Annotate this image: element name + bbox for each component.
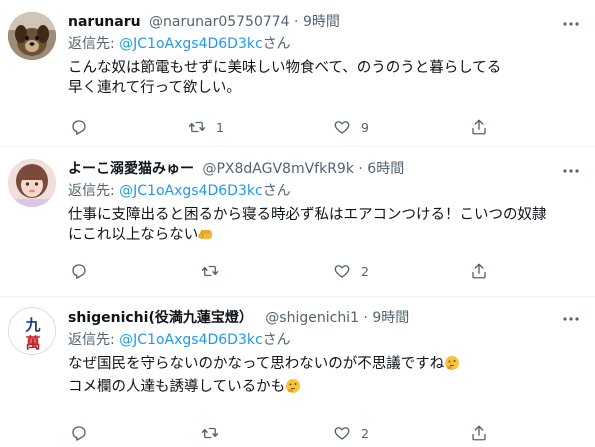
- thinking-emoji-icon: [285, 378, 301, 400]
- tweet-text-line: 早く連れて行って欲しい。: [68, 80, 241, 96]
- avatar[interactable]: 九 萬: [8, 307, 56, 355]
- display-name[interactable]: narunaru: [68, 14, 141, 30]
- like-count: 9: [361, 119, 369, 135]
- user-handle[interactable]: @PX8dAGV8mVfkR9k: [202, 161, 353, 177]
- share-button[interactable]: [470, 259, 488, 283]
- like-button[interactable]: 9: [333, 115, 369, 139]
- reply-prefix: 返信先:: [68, 332, 115, 348]
- heart-icon: [334, 121, 350, 134]
- tweet-text: なぜ国民を守らないのかなって思わないのが不思議ですね コメ欄の人達も誘導している…: [68, 354, 587, 400]
- person-photo-avatar-icon: [8, 159, 56, 207]
- retweet-button[interactable]: [201, 421, 229, 445]
- separator-dot: ·: [358, 161, 363, 177]
- reply-prefix: 返信先:: [68, 36, 115, 52]
- mention-link[interactable]: @JC1oAxgs4D6D3kc: [119, 36, 263, 52]
- reply-button[interactable]: [70, 421, 98, 445]
- tweet-text: こんな奴は節電もせずに美味しい物食べて、のうのうと暮らしてる 早く連れて行って欲…: [68, 58, 587, 98]
- reply-suffix: さん: [262, 332, 291, 348]
- timestamp[interactable]: 9時間: [372, 310, 409, 326]
- tweet[interactable]: よーこ溺愛猫みゅー @PX8dAGV8mVfkR9k · 6時間 返信先: @J…: [0, 147, 595, 297]
- tweet-text-line: にこれ以上ならない: [68, 227, 199, 243]
- retweet-icon: [201, 265, 219, 277]
- tweet[interactable]: narunaru @narunar05750774 · 9時間 返信先: @JC…: [0, 0, 595, 147]
- mahjong-tile-avatar-icon: 九 萬: [9, 308, 55, 354]
- like-button[interactable]: 2: [333, 259, 369, 283]
- display-name[interactable]: shigenichi(役満九蓮宝燈）: [68, 310, 253, 326]
- reply-prefix: 返信先:: [68, 183, 115, 199]
- reply-button[interactable]: [70, 115, 98, 139]
- more-options-icon[interactable]: [561, 309, 581, 329]
- tile-glyph: 萬: [25, 334, 40, 352]
- tweet-text: 仕事に支障出ると困るから寝る時必ず私はエアコンつける！こいつの奴隷 にこれ以上な…: [68, 205, 587, 248]
- heart-icon: [334, 265, 350, 278]
- more-options-icon[interactable]: [561, 161, 581, 181]
- reply-to: 返信先: @JC1oAxgs4D6D3kcさん: [68, 181, 587, 201]
- timestamp[interactable]: 6時間: [367, 161, 404, 177]
- separator-dot: ·: [363, 310, 368, 326]
- reply-icon: [72, 264, 86, 279]
- reply-to: 返信先: @JC1oAxgs4D6D3kcさん: [68, 34, 587, 54]
- tile-glyph: 九: [24, 316, 40, 334]
- retweet-icon: [201, 427, 219, 439]
- like-button[interactable]: 2: [333, 421, 369, 445]
- reply-icon: [72, 426, 86, 441]
- separator-dot: ·: [294, 14, 299, 30]
- heart-icon: [334, 427, 350, 440]
- thinking-emoji-icon: [444, 355, 460, 377]
- more-options-icon[interactable]: [561, 14, 581, 34]
- tweet-text-line: こんな奴は節電もせずに美味しい物食べて、のうのうと暮らしてる: [68, 60, 502, 76]
- like-count: 2: [361, 263, 369, 279]
- fist-emoji-icon: [198, 226, 214, 248]
- reply-icon: [72, 120, 86, 135]
- tweet-text-line: コメ欄の人達も誘導しているかも: [68, 379, 286, 395]
- retweet-button[interactable]: 1: [188, 115, 224, 139]
- avatar[interactable]: [8, 12, 56, 60]
- reply-to: 返信先: @JC1oAxgs4D6D3kcさん: [68, 330, 587, 350]
- mention-link[interactable]: @JC1oAxgs4D6D3kc: [119, 332, 263, 348]
- reply-suffix: さん: [262, 36, 291, 52]
- share-icon: [472, 425, 486, 441]
- share-icon: [472, 263, 486, 279]
- retweet-icon: [188, 121, 206, 133]
- tweet[interactable]: 九 萬 shigenichi(役満九蓮宝燈） @shigenichi1 · 9時…: [0, 297, 595, 447]
- share-button[interactable]: [470, 115, 488, 139]
- mention-link[interactable]: @JC1oAxgs4D6D3kc: [119, 183, 263, 199]
- timestamp[interactable]: 9時間: [303, 14, 340, 30]
- user-handle[interactable]: @shigenichi1: [265, 310, 359, 326]
- tweet-text-line: なぜ国民を守らないのかなって思わないのが不思議ですね: [68, 356, 445, 372]
- user-handle[interactable]: @narunar05750774: [149, 14, 290, 30]
- tweet-text-line: 仕事に支障出ると困るから寝る時必ず私はエアコンつける！こいつの奴隷: [68, 207, 547, 223]
- retweet-button[interactable]: [201, 259, 229, 283]
- share-button[interactable]: [470, 421, 488, 445]
- reply-button[interactable]: [70, 259, 98, 283]
- display-name[interactable]: よーこ溺愛猫みゅー: [68, 161, 194, 177]
- retweet-count: 1: [216, 119, 224, 135]
- avatar[interactable]: [8, 159, 56, 207]
- dog-photo-avatar-icon: [8, 12, 56, 60]
- like-count: 2: [361, 425, 369, 441]
- share-icon: [472, 119, 486, 135]
- reply-suffix: さん: [262, 183, 291, 199]
